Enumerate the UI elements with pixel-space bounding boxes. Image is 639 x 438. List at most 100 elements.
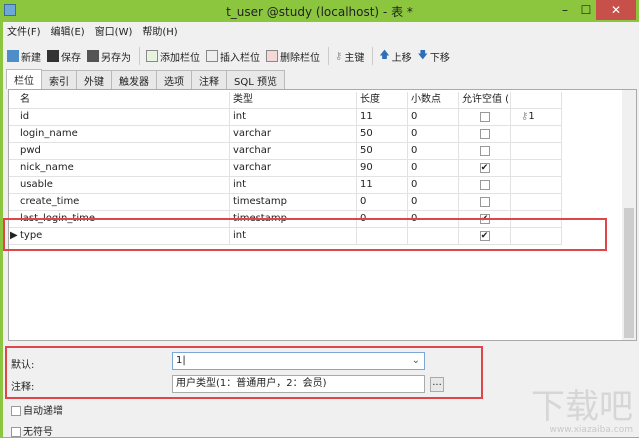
cell-decimal[interactable]: 0 xyxy=(408,143,459,160)
move-up-button[interactable]: 🡅 上移 xyxy=(379,48,411,65)
cell-nullable[interactable]: ✔ xyxy=(459,160,511,177)
highlight-box xyxy=(3,218,607,251)
cell-length[interactable]: 11 xyxy=(357,177,408,194)
save-as-label: 另存为 xyxy=(101,52,131,64)
menu-edit[interactable]: 编辑(E) xyxy=(51,24,85,42)
add-field-button[interactable]: 添加栏位 xyxy=(146,49,200,64)
save-button[interactable]: 保存 xyxy=(47,49,81,64)
delete-field-button[interactable]: 删除栏位 xyxy=(266,49,320,64)
save-as-button[interactable]: 另存为 xyxy=(87,49,131,64)
cell-name[interactable]: create_time xyxy=(17,194,230,211)
header-decimal[interactable]: 小数点 xyxy=(408,92,459,109)
tab-comment[interactable]: 注释 xyxy=(191,70,227,89)
cell-name[interactable]: login_name xyxy=(17,126,230,143)
checkbox[interactable] xyxy=(11,406,21,416)
cell-nullable[interactable] xyxy=(459,126,511,143)
cell-length[interactable]: 11 xyxy=(357,109,408,126)
header-nullable[interactable]: 允许空值 ( xyxy=(459,92,511,109)
menu-help[interactable]: 帮助(H) xyxy=(142,24,177,42)
table-row[interactable]: pwd varchar 50 0 xyxy=(9,143,562,160)
default-input[interactable]: 1| ⌄ xyxy=(172,352,425,370)
unsigned-checkbox[interactable]: 无符号 xyxy=(11,423,53,438)
table-row[interactable]: login_name varchar 50 0 xyxy=(9,126,562,143)
comment-input[interactable]: 用户类型(1：普通用户，2：会员) xyxy=(172,375,425,393)
checkbox[interactable] xyxy=(11,427,21,437)
primary-key-label: 主键 xyxy=(344,52,365,64)
cell-length[interactable]: 50 xyxy=(357,143,408,160)
nullable-checkbox[interactable] xyxy=(479,197,490,207)
move-up-label: 上移 xyxy=(391,52,412,64)
save-label: 保存 xyxy=(61,52,81,64)
table-row[interactable]: usable int 11 0 xyxy=(9,177,562,194)
add-field-label: 添加栏位 xyxy=(160,52,200,64)
menu-file[interactable]: 文件(F) xyxy=(7,24,41,42)
cell-decimal[interactable]: 0 xyxy=(408,109,459,126)
cell-decimal[interactable]: 0 xyxy=(408,177,459,194)
cell-name[interactable]: id xyxy=(17,109,230,126)
nullable-checkbox[interactable]: ✔ xyxy=(479,163,490,173)
new-button[interactable]: 新建 xyxy=(7,49,41,64)
tab-foreign-keys[interactable]: 外键 xyxy=(76,70,112,89)
cell-nullable[interactable] xyxy=(459,143,511,160)
cell-decimal[interactable]: 0 xyxy=(408,160,459,177)
cell-key[interactable] xyxy=(511,160,562,177)
cell-key[interactable]: ⚷1 xyxy=(511,109,562,126)
cell-type[interactable]: varchar xyxy=(230,160,357,177)
header-length[interactable]: 长度 xyxy=(357,92,408,109)
primary-key-button[interactable]: ⚷ 主键 xyxy=(335,49,364,64)
cell-length[interactable]: 90 xyxy=(357,160,408,177)
nullable-checkbox[interactable] xyxy=(479,146,490,156)
cell-decimal[interactable]: 0 xyxy=(408,194,459,211)
cell-type[interactable]: int xyxy=(230,109,357,126)
fields-grid: 名 类型 长度 小数点 允许空值 ( id int 11 0 ⚷1 login_name v… xyxy=(8,89,637,341)
cell-key[interactable] xyxy=(511,177,562,194)
cell-type[interactable]: int xyxy=(230,177,357,194)
nullable-checkbox[interactable] xyxy=(479,129,490,139)
auto-increment-checkbox[interactable]: 自动递增 xyxy=(11,402,63,417)
maximize-button[interactable]: ☐ xyxy=(575,0,597,20)
table-row[interactable]: create_time timestamp 0 0 xyxy=(9,194,562,211)
cell-type[interactable]: varchar xyxy=(230,126,357,143)
cell-key[interactable] xyxy=(511,194,562,211)
nullable-checkbox[interactable] xyxy=(479,112,490,122)
title-bar: t_user @study (localhost) - 表 * – ☐ ✕ xyxy=(0,0,639,22)
cell-name[interactable]: nick_name xyxy=(17,160,230,177)
new-label: 新建 xyxy=(21,52,41,64)
cell-type[interactable]: timestamp xyxy=(230,194,357,211)
close-button[interactable]: ✕ xyxy=(596,0,636,20)
cell-length[interactable]: 50 xyxy=(357,126,408,143)
cell-type[interactable]: varchar xyxy=(230,143,357,160)
insert-field-button[interactable]: 插入栏位 xyxy=(206,49,260,64)
cell-nullable[interactable] xyxy=(459,109,511,126)
browse-button[interactable]: ... xyxy=(430,377,444,392)
default-value: 1 xyxy=(176,355,183,366)
tab-options[interactable]: 选项 xyxy=(156,70,192,89)
cell-nullable[interactable] xyxy=(459,177,511,194)
nullable-checkbox[interactable] xyxy=(479,180,490,190)
cell-name[interactable]: usable xyxy=(17,177,230,194)
delete-field-icon xyxy=(266,50,278,62)
header-type[interactable]: 类型 xyxy=(230,92,357,109)
move-down-label: 下移 xyxy=(429,52,450,64)
scrollbar-thumb[interactable] xyxy=(624,208,634,338)
new-table-icon xyxy=(7,50,19,62)
tab-indexes[interactable]: 索引 xyxy=(41,70,77,89)
divider xyxy=(328,47,329,65)
tab-fields[interactable]: 栏位 xyxy=(6,69,42,89)
cell-length[interactable]: 0 xyxy=(357,194,408,211)
cell-key[interactable] xyxy=(511,126,562,143)
cell-nullable[interactable] xyxy=(459,194,511,211)
tab-sql-preview[interactable]: SQL 预览 xyxy=(226,70,285,89)
menu-window[interactable]: 窗口(W) xyxy=(95,24,133,42)
vertical-scrollbar[interactable] xyxy=(622,90,636,340)
move-down-button[interactable]: 🡇 下移 xyxy=(418,48,450,65)
cell-key[interactable] xyxy=(511,143,562,160)
unsigned-label: 无符号 xyxy=(23,427,53,438)
cell-name[interactable]: pwd xyxy=(17,143,230,160)
header-name[interactable]: 名 xyxy=(17,92,230,109)
chevron-down-icon[interactable]: ⌄ xyxy=(412,353,420,369)
table-row[interactable]: id int 11 0 ⚷1 xyxy=(9,109,562,126)
table-row[interactable]: nick_name varchar 90 0 ✔ xyxy=(9,160,562,177)
tab-triggers[interactable]: 触发器 xyxy=(111,70,157,89)
cell-decimal[interactable]: 0 xyxy=(408,126,459,143)
